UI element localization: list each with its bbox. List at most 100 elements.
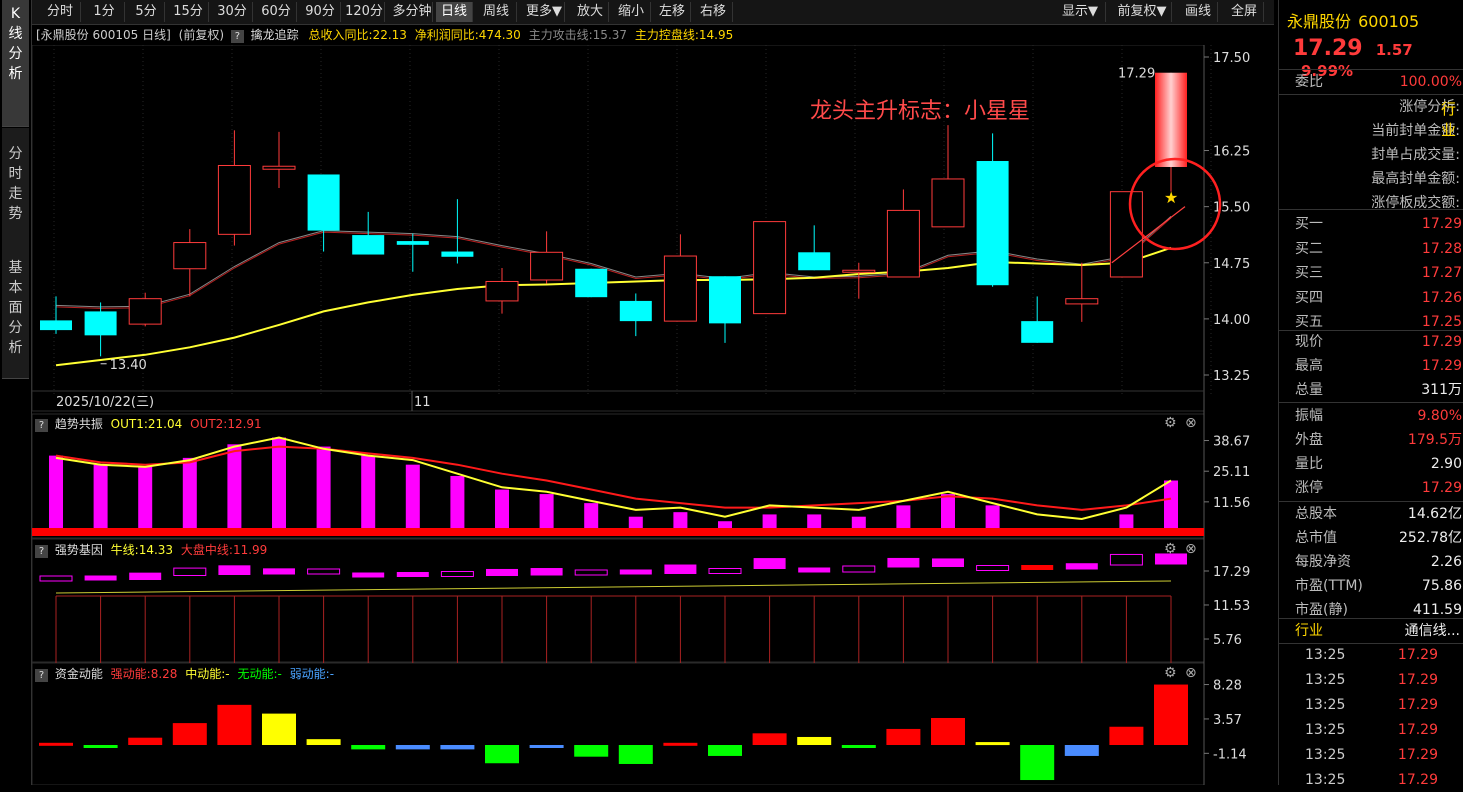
toolbar-button-6[interactable]: 90分: [300, 2, 341, 22]
current-price: 17.29: [1293, 36, 1363, 61]
toolbar-right-button-3[interactable]: 全屏: [1225, 2, 1264, 22]
stat-row-label: 现价: [1295, 334, 1323, 350]
help-icon[interactable]: ?: [35, 669, 48, 682]
stat-row-value: 17.29: [1421, 334, 1462, 350]
tab-kline-analysis[interactable]: K线分析: [2, 0, 29, 127]
gene-box: [218, 565, 251, 575]
panel-gene-title: 强势基因: [54, 543, 103, 557]
control-line-value: 主力控盘线:14.95: [634, 28, 734, 42]
trend-bar: [49, 455, 63, 528]
energy-bar: [172, 723, 207, 745]
toolbar-button-12[interactable]: 放大: [572, 2, 609, 22]
limit-analysis-label: 最高封单金额:: [1371, 171, 1460, 187]
trend-bar: [93, 464, 108, 528]
tick-row: 13:25 17.29: [1279, 668, 1463, 692]
trend-bar: [985, 505, 1000, 528]
bid-row-value: 17.28: [1421, 240, 1462, 257]
limit-analysis-row: 封单占成交量:: [1279, 143, 1463, 167]
stat-row: 总股本 14.62亿: [1279, 502, 1463, 526]
close-icon[interactable]: ⊗: [1185, 665, 1197, 681]
toolbar-button-10[interactable]: 周线: [476, 2, 517, 22]
industry-label: 行业: [1295, 623, 1323, 639]
trend-bar: [851, 516, 866, 528]
toolbar-button-13[interactable]: 缩小: [612, 2, 651, 22]
stat-row-label: 市盈(TTM): [1295, 578, 1363, 594]
candle-body-up: [217, 164, 251, 235]
close-icon[interactable]: ⊗: [1185, 541, 1197, 557]
candle-body-down: [40, 320, 72, 331]
toolbar-button-5[interactable]: 60分: [256, 2, 297, 22]
gene-box: [84, 575, 117, 581]
candle-body-down: [84, 311, 117, 336]
energy-bar: [931, 717, 965, 745]
energy-bar: [1064, 745, 1099, 756]
energy-bar: [217, 704, 252, 745]
energy-bar: [663, 742, 698, 746]
toolbar-button-4[interactable]: 30分: [212, 2, 253, 22]
candle-body-down: [575, 268, 608, 298]
toolbar-right-button-1[interactable]: 前复权▼: [1113, 2, 1172, 22]
y-tick-label: 17.50: [1213, 51, 1250, 66]
tick-time: 13:25: [1305, 647, 1346, 663]
stat-row-label: 总量: [1295, 382, 1323, 398]
gene-box: [1109, 553, 1143, 566]
panel-gene-header: ? 强势基因 牛线:14.33 大盘中线:11.99: [32, 541, 267, 559]
stat-row-value: 17.29: [1421, 480, 1462, 496]
trend-bar: [227, 444, 242, 528]
toolbar-right-button-0[interactable]: 显示▼: [1055, 2, 1106, 22]
stat-row-label: 外盘: [1295, 432, 1323, 448]
settings-gear-icon[interactable]: ⚙: [1164, 541, 1177, 557]
toolbar-button-9[interactable]: 日线: [436, 2, 473, 22]
strong-energy-value: 强动能:8.28: [110, 667, 178, 681]
tab-fundamental-analysis[interactable]: 基本面分析: [2, 246, 29, 379]
toolbar-button-3[interactable]: 15分: [168, 2, 209, 22]
candle-body-up: [485, 280, 519, 302]
toolbar-button-7[interactable]: 120分: [344, 2, 385, 22]
industry-row[interactable]: 行业 通信线...: [1279, 619, 1463, 643]
stock-name: 永鼎股份: [1287, 12, 1352, 31]
toolbar-button-1[interactable]: 1分: [84, 2, 125, 22]
bid-row-value: 17.29: [1421, 216, 1462, 232]
limit-industry-link[interactable]: 行业: [1441, 98, 1463, 140]
out1-line: [55, 436, 1172, 521]
trend-bar: [941, 494, 955, 528]
tab-time-trend[interactable]: 分时走势: [2, 128, 29, 257]
candle-body-up: [753, 221, 787, 315]
tick-row: 13:25 17.29: [1279, 718, 1463, 742]
trend-bar: [896, 505, 911, 528]
bid-row-label: 买四: [1295, 289, 1323, 306]
trend-bar: [673, 512, 688, 528]
close-icon[interactable]: ⊗: [1185, 415, 1197, 431]
help-icon[interactable]: ?: [35, 419, 48, 432]
industry-value[interactable]: 通信线...: [1405, 619, 1460, 643]
energy-bar: [529, 745, 564, 748]
stat-row: 涨停 17.29: [1279, 476, 1463, 500]
trend-bar: [272, 437, 286, 528]
toolbar-button-14[interactable]: 左移: [654, 2, 691, 22]
trend-bar: [539, 494, 554, 528]
help-icon[interactable]: ?: [35, 545, 48, 558]
settings-gear-icon[interactable]: ⚙: [1164, 665, 1177, 681]
gene-box: [753, 558, 786, 569]
toolbar-right-button-2[interactable]: 画线: [1179, 2, 1218, 22]
left-sidebar: K线分析 分时走势 基本面分析: [0, 0, 32, 785]
stock-code: 600105: [1358, 12, 1420, 31]
energy-bar: [886, 728, 921, 745]
sidebar-tab-char: 基: [8, 260, 23, 276]
trend-baseline-bar: [32, 528, 1204, 536]
toolbar-button-0[interactable]: 分时: [40, 2, 81, 22]
candle-body-down: [798, 252, 831, 271]
toolbar-button-8[interactable]: 多分钟: [392, 2, 433, 22]
candle-body-down: [352, 235, 385, 255]
indicator-name[interactable]: 擒龙追踪: [251, 28, 299, 42]
toolbar-button-2[interactable]: 5分: [128, 2, 165, 22]
toolbar-button-11[interactable]: 更多▼: [524, 2, 565, 22]
help-icon[interactable]: ?: [230, 30, 244, 43]
settings-gear-icon[interactable]: ⚙: [1164, 415, 1177, 431]
weibi-row: 委比 100.00%: [1279, 70, 1463, 94]
y-tick-label: 5.76: [1213, 633, 1242, 648]
tick-row: 13:25 17.29: [1279, 643, 1463, 667]
bid-row-label: 买一: [1295, 216, 1323, 232]
toolbar-button-15[interactable]: 右移: [694, 2, 733, 22]
candle-body-up: [530, 251, 564, 281]
